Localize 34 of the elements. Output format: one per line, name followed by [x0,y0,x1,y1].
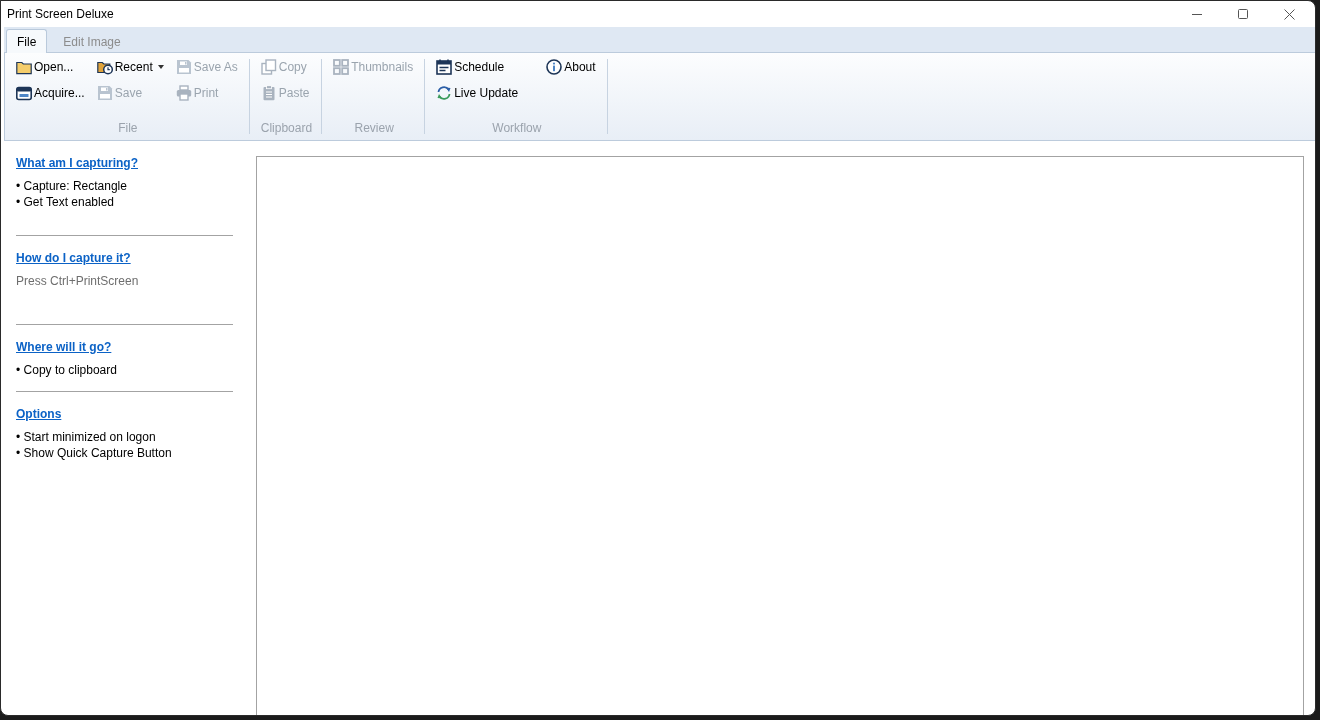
info-line: Press Ctrl+PrintScreen [16,273,140,289]
group-label: Workflow [491,121,543,137]
ribbon-tab[interactable]: File [6,29,48,53]
ribbon-button[interactable]: Acquire... [16,82,87,104]
info-line: • Copy to clipboard [16,362,118,378]
section-link[interactable]: Where will it go? [16,339,112,355]
info-line: • Start minimized on logon [16,429,157,445]
folder-clock-icon [96,59,113,75]
ribbon-button[interactable]: Recent [96,56,166,78]
copy-icon [260,59,277,75]
tray-icon [16,85,32,101]
folder-icon [16,59,32,75]
section-link[interactable]: Options [16,406,62,422]
ribbon-button[interactable]: Open... [16,56,87,78]
ribbon-button[interactable]: Live Update [436,82,521,104]
calendar-icon [436,59,453,75]
maximize-icon [1238,9,1248,19]
close-icon [1283,8,1295,20]
printer-icon [175,85,192,101]
window-title: Print Screen Deluxe [7,7,114,21]
info-line: • Get Text enabled [16,194,116,210]
grid-icon [333,59,350,75]
info-line: • Capture: Rectangle [16,178,128,194]
info-icon [546,59,563,75]
group-label: File [117,121,139,137]
section-link[interactable]: How do I capture it? [16,250,131,266]
ribbon-button[interactable]: About [546,56,598,78]
group-label: Review [353,121,395,137]
ribbon-button[interactable]: Schedule [436,56,521,78]
refresh-icon [436,85,453,101]
section-link[interactable]: What am I capturing? [16,155,138,171]
info-line: • Show Quick Capture Button [16,445,173,461]
minimize-icon [1192,13,1202,15]
group-label: Clipboard [260,121,313,137]
